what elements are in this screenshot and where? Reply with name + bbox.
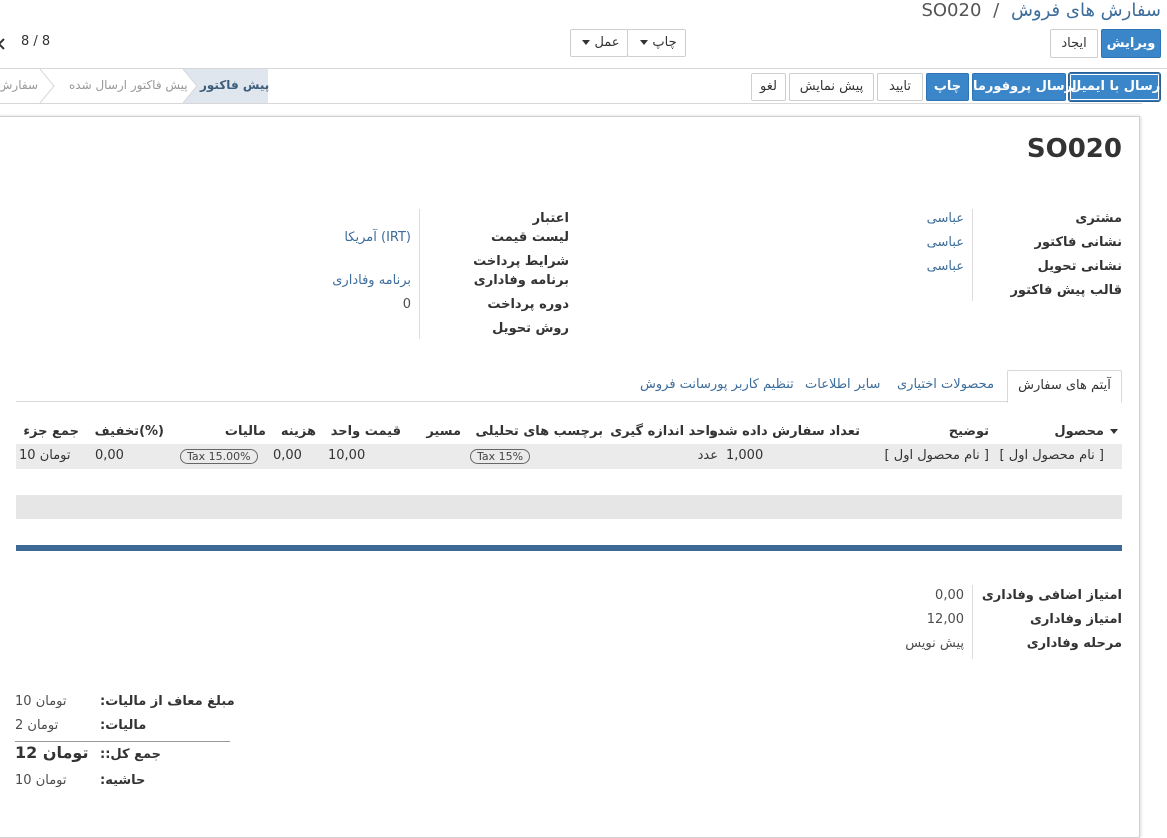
create-button[interactable]: ایجاد [1050,29,1098,58]
statusbar: پیش فاکتور پیش فاکتور ارسال شده سفارش ف [0,69,270,103]
send-by-email-button[interactable]: ارسال با ایمیل [1068,72,1165,102]
tab-order-lines[interactable]: آیتم های سفارش [1007,370,1122,403]
untaxed-amount-value: 10 تومان [15,694,67,709]
totals-divider [15,741,230,742]
loyalty-level-label: مرحله وفاداری [1026,636,1122,651]
row-unit-price: 10,00 [328,448,366,463]
pager-value[interactable]: 8 / 8 [21,34,50,49]
quotation-template-label: قالب پیش فاکتور [1010,283,1122,298]
invoice-address-value[interactable]: عباسی [927,235,964,250]
margin-value: 10 تومان [15,773,67,788]
untaxed-amount-label: مبلغ معاف از مالیات: [100,694,235,709]
tab-optional-products[interactable]: محصولات اختیاری [897,370,994,401]
row-description: [ نام محصول اول ] [884,448,989,463]
row-quantity: 1,000 [726,448,764,463]
breadcrumb-current: SO020 [921,0,982,21]
status-sales-order[interactable]: سفارش ف [0,78,38,92]
chevron-left-icon [0,38,5,50]
statusbar-divider [0,103,1142,104]
row-subtotal: 10 تومان [19,448,71,463]
delivery-address-value[interactable]: عباسی [927,259,964,274]
column-route[interactable]: مسیر [426,424,461,439]
edit-button[interactable]: ویرایش [1101,29,1161,58]
send-proforma-button[interactable]: ارسال پروفورما [972,73,1077,101]
status-quotation-sent[interactable]: پیش فاکتور ارسال شده [69,78,188,92]
column-discount[interactable]: تخفیف(%) [95,424,164,439]
payment-period-label: دوره پرداخت [487,297,569,312]
pricelist-value[interactable]: آمریکا (IRT) [344,230,411,245]
column-taxes[interactable]: مالیات [225,424,266,439]
loyalty-points-label: امتیاز وفاداری [1029,612,1122,627]
customer-label: مشتری [1075,211,1122,226]
margin-label: حاشیه: [100,773,146,788]
cancel-button[interactable]: لغو [751,73,786,101]
row-product: [ نام محصول اول ] [999,448,1104,463]
column-cost[interactable]: هزینه [281,424,316,439]
status-draft-quotation: پیش فاکتور [200,78,270,92]
row-uom: عدد [697,448,718,463]
add-line-row[interactable] [16,495,1122,519]
breadcrumb: SO020 / سفارش های فروش [921,0,1161,21]
column-quantity[interactable]: تعداد سفارش داده شده [710,424,860,439]
row-analytic-tag-badge: Tax 15% [470,449,531,464]
right-group-divider [419,209,420,339]
delivery-address-label: نشانی تحویل [1037,259,1122,274]
column-subtotal[interactable]: جمع جزء [23,424,79,439]
pricelist-label: لیست قیمت [491,230,569,245]
column-unit-price[interactable]: قیمت واحد [331,424,401,439]
invoice-address-label: نشانی فاکتور [1034,235,1122,250]
loyalty-extra-points-value: 0,00 [935,588,964,603]
tax-label: مالیات: [100,718,147,733]
row-tax-badge: Tax 15.00% [180,449,258,464]
sort-caret-icon [1110,429,1118,434]
row-cost: 0,00 [273,448,302,463]
form-sheet [0,116,1140,838]
tab-other-info[interactable]: سایر اطلاعات [805,370,880,401]
loyalty-program-label: برنامه وفاداری [473,273,569,288]
tabs-baseline [16,401,1122,402]
tab-commission-settings[interactable]: تنظیم کاربر پورسانت فروش [640,370,794,401]
column-uom[interactable]: واحد اندازه گیری [610,424,718,439]
preview-button[interactable]: پیش نمایش [789,73,874,101]
action-dropdown[interactable]: عمل [570,29,628,57]
validity-label: اعتبار [532,211,569,226]
print-button[interactable]: چاپ [926,73,969,101]
payment-terms-label: شرایط پرداخت [473,254,569,269]
print-dropdown[interactable]: چاپ [627,29,686,57]
loyalty-divider [972,585,973,659]
customer-value[interactable]: عباسی [927,211,964,226]
column-product[interactable]: محصول [1054,424,1104,439]
section-separator-bar [16,545,1122,551]
left-group-divider [972,209,973,301]
column-description[interactable]: توضیح [949,424,989,439]
chevron-down-icon [582,40,591,45]
breadcrumb-parent[interactable]: سفارش های فروش [1011,0,1161,21]
delivery-method-label: روش تحویل [492,321,569,336]
total-label: جمع کل:: [100,747,162,762]
confirm-button[interactable]: تایید [877,73,923,101]
pager-previous-button[interactable] [0,33,6,55]
row-discount: 0,00 [95,448,124,463]
loyalty-level-value: پیش نویس [905,636,964,651]
loyalty-extra-points-label: امتیاز اضافی وفاداری [981,588,1122,603]
loyalty-program-value[interactable]: برنامه وفاداری [332,273,411,288]
payment-period-value: 0 [402,297,411,312]
breadcrumb-separator: / [993,0,1000,21]
total-value: 12 تومان [15,743,89,762]
tax-value: 2 تومان [15,718,59,733]
record-title: SO020 [1026,134,1122,164]
chevron-down-icon [640,40,649,45]
loyalty-points-value: 12,00 [926,612,964,627]
column-analytic-tags[interactable]: برچسب های تحلیلی [475,424,603,439]
